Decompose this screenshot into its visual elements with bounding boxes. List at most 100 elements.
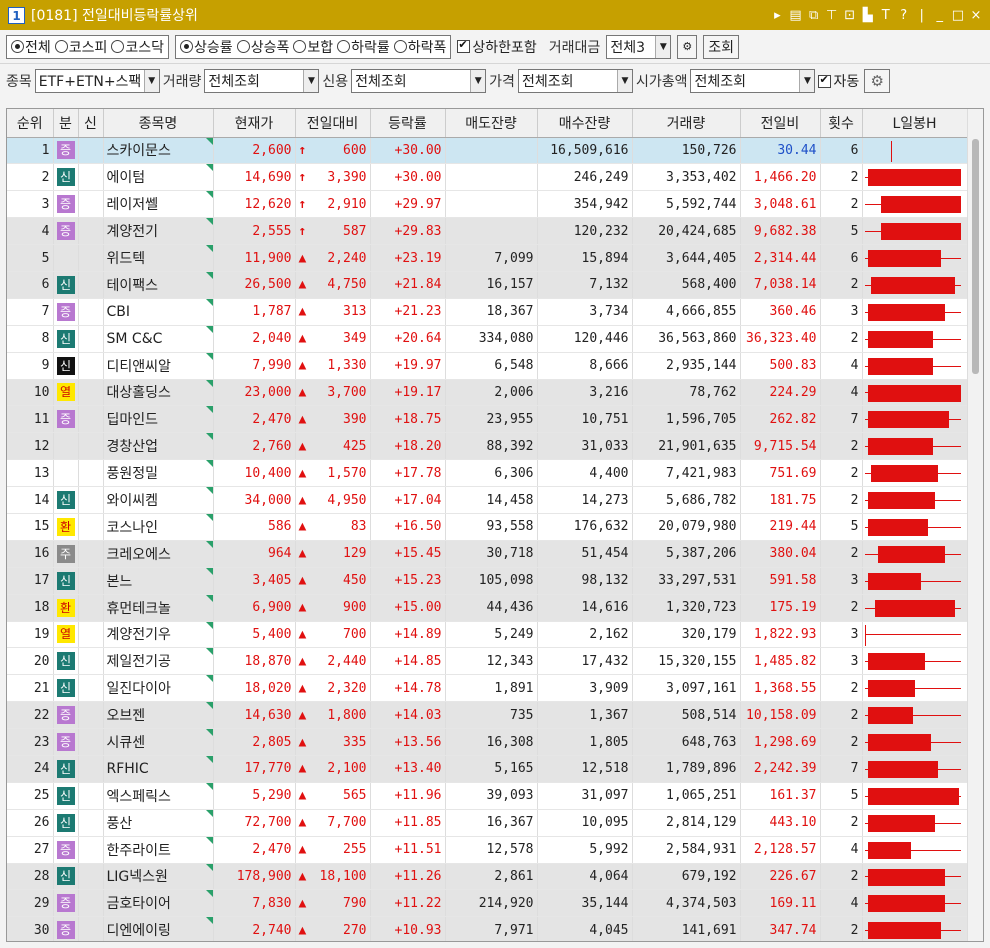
column-header[interactable]: 순위: [7, 109, 54, 138]
stock-name-cell[interactable]: 위드텍: [103, 244, 214, 272]
title-bar-icon[interactable]: T: [880, 8, 892, 23]
stock-name-cell[interactable]: 제일전기공: [103, 647, 214, 676]
table-row[interactable]: 18 환 휴먼테크놀 6,900 ▲ 900 +15.00 44,436 14,616 1,320…: [7, 594, 968, 622]
radio-dot[interactable]: [236, 40, 250, 53]
stock-name-cell[interactable]: 한주라이트: [103, 836, 214, 864]
title-bar-icon[interactable]: _: [934, 8, 946, 23]
table-row[interactable]: 27 증 한주라이트 2,470 ▲ 255 +11.51 12,578 5,992 2,584,…: [7, 836, 968, 864]
stock-name-cell[interactable]: 계양전기: [103, 217, 214, 246]
chevron-down-icon[interactable]: ▼: [143, 70, 159, 92]
column-header[interactable]: 전일대비: [295, 109, 371, 138]
table-row[interactable]: 23 증 시큐센 2,805 ▲ 335 +13.56 16,308 1,805 648,763 1…: [7, 728, 968, 756]
table-row[interactable]: 25 신 엑스페릭스 5,290 ▲ 565 +11.96 39,093 31,097 1,065…: [7, 782, 968, 810]
radio-dot[interactable]: [337, 40, 351, 53]
table-row[interactable]: 19 열 계양전기우 5,400 ▲ 700 +14.89 5,249 2,162 320,179…: [7, 621, 968, 649]
stock-name-cell[interactable]: RFHIC: [103, 755, 214, 783]
column-header[interactable]: 종목명: [103, 109, 214, 138]
radio-dot[interactable]: [111, 40, 125, 53]
price-select[interactable]: 전체조회 ▼: [517, 69, 633, 93]
title-bar-icon[interactable]: ▙: [862, 8, 874, 23]
column-header[interactable]: L일봉H: [862, 109, 968, 138]
radio-dot[interactable]: [293, 40, 307, 53]
auto-checkbox[interactable]: 자동: [818, 71, 859, 91]
chevron-down-icon[interactable]: ▼: [655, 35, 671, 58]
stock-name-cell[interactable]: 금호타이어: [103, 889, 214, 918]
credit-select[interactable]: 전체조회 ▼: [351, 69, 487, 93]
chevron-down-icon[interactable]: ▼: [303, 70, 319, 92]
table-row[interactable]: 21 신 일진다이아 18,020 ▲ 2,320 +14.78 1,891 3,909 3,09…: [7, 674, 968, 703]
stock-name-cell[interactable]: 시큐센: [103, 728, 214, 756]
stock-name-cell[interactable]: 레이저쎌: [103, 190, 214, 219]
column-header[interactable]: 매도잔량: [445, 109, 538, 138]
table-row[interactable]: 13 풍원정밀 10,400 ▲ 1,570 +17.78 6,306 4,400 7,421,…: [7, 459, 968, 488]
stock-name-cell[interactable]: 휴먼테크놀: [103, 594, 214, 622]
stock-name-cell[interactable]: 풍원정밀: [103, 459, 214, 488]
cap-select[interactable]: 전체조회 ▼: [690, 69, 816, 93]
table-row[interactable]: 30 증 디엔에이링 2,740 ▲ 270 +10.93 7,971 4,045 141,691…: [7, 916, 968, 941]
vertical-scrollbar[interactable]: [967, 109, 983, 941]
title-bar-icon[interactable]: |: [916, 8, 928, 23]
limit-include-checkbox[interactable]: 상하한포함: [457, 37, 537, 57]
stock-name-cell[interactable]: CBI: [103, 298, 214, 326]
table-row[interactable]: 6 신 테이팩스 26,500 ▲ 4,750 +21.84 16,157 7,132 568,4…: [7, 271, 968, 299]
market-radio-1[interactable]: 코스피: [54, 37, 107, 57]
title-bar-icon[interactable]: ▸: [771, 8, 783, 23]
checkbox-box[interactable]: [818, 73, 832, 88]
scrollbar-thumb[interactable]: [972, 139, 979, 374]
title-bar-icon[interactable]: ×: [970, 8, 982, 23]
radio-dot[interactable]: [11, 40, 24, 53]
volume-select[interactable]: 전체조회 ▼: [204, 69, 320, 93]
stock-name-cell[interactable]: 스카이문스: [103, 137, 214, 165]
stock-name-cell[interactable]: 에이텀: [103, 163, 214, 192]
stock-name-cell[interactable]: LIG넥스원: [103, 863, 214, 891]
table-row[interactable]: 17 신 본느 3,405 ▲ 450 +15.23 105,098 98,132 33,297,…: [7, 567, 968, 595]
market-radio-0[interactable]: 전체: [11, 37, 51, 57]
table-row[interactable]: 26 신 풍산 72,700 ▲ 7,700 +11.85 16,367 10,095 2,814…: [7, 809, 968, 837]
radio-dot[interactable]: [54, 40, 68, 53]
stock-name-cell[interactable]: 디엔에이링: [103, 916, 214, 941]
sort-radio-1[interactable]: 상승폭: [236, 37, 289, 57]
chevron-down-icon[interactable]: ▼: [799, 70, 815, 92]
column-header[interactable]: 횟수: [820, 109, 863, 138]
column-header[interactable]: 신: [78, 109, 104, 138]
sort-radio-0[interactable]: 상승률: [180, 37, 233, 57]
stock-name-cell[interactable]: 딥마인드: [103, 405, 214, 434]
stock-name-cell[interactable]: 계양전기우: [103, 621, 214, 649]
table-row[interactable]: 24 신 RFHIC 17,770 ▲ 2,100 +13.40 5,165 12,518 1,7…: [7, 755, 968, 783]
title-bar-icon[interactable]: ⧉: [808, 8, 820, 23]
sort-radio-2[interactable]: 보합: [293, 37, 333, 57]
title-bar-icon[interactable]: ⊤: [826, 8, 838, 23]
title-bar-icon[interactable]: ▤: [789, 8, 801, 23]
stock-name-cell[interactable]: 경창산업: [103, 432, 214, 461]
chevron-down-icon[interactable]: ▼: [616, 70, 632, 92]
radio-dot[interactable]: [393, 40, 407, 53]
stock-name-cell[interactable]: 크레오에스: [103, 540, 214, 568]
table-row[interactable]: 14 신 와이씨켐 34,000 ▲ 4,950 +17.04 14,458 14,273 5,6…: [7, 486, 968, 514]
table-row[interactable]: 15 환 코스나인 586 ▲ 83 +16.50 93,558 176,632 20,079,9…: [7, 513, 968, 541]
amount-select[interactable]: 전체3 ▼: [606, 34, 672, 59]
column-header[interactable]: 매수잔량: [537, 109, 633, 138]
stock-name-cell[interactable]: 와이씨켐: [103, 486, 214, 514]
stock-name-cell[interactable]: 일진다이아: [103, 674, 214, 703]
table-row[interactable]: 2 신 에이텀 14,690 ↑ 3,390 +30.00 246,249 3,353,402 1…: [7, 163, 968, 192]
settings-tool-button[interactable]: ⚙: [677, 34, 698, 59]
radio-dot[interactable]: [180, 40, 194, 53]
chevron-down-icon[interactable]: ▼: [470, 70, 486, 92]
table-row[interactable]: 4 증 계양전기 2,555 ↑ 587 +29.83 120,232 20,424,685 9,…: [7, 217, 968, 246]
table-row[interactable]: 10 열 대상홀딩스 23,000 ▲ 3,700 +19.17 2,006 3,216 78,7…: [7, 379, 968, 407]
column-header[interactable]: 분: [53, 109, 79, 138]
table-row[interactable]: 28 신 LIG넥스원 178,900 ▲ 18,100 +11.26 2,861 4,064 6…: [7, 863, 968, 891]
column-header[interactable]: 전일비: [740, 109, 821, 138]
table-row[interactable]: 29 증 금호타이어 7,830 ▲ 790 +11.22 214,920 35,144 4,37…: [7, 889, 968, 918]
market-radio-2[interactable]: 코스닥: [111, 37, 164, 57]
stock-name-cell[interactable]: 대상홀딩스: [103, 379, 214, 407]
table-row[interactable]: 1 증 스카이문스 2,600 ↑ 600 +30.00 16,509,616 150,726 3…: [7, 137, 968, 165]
table-row[interactable]: 16 주 크레오에스 964 ▲ 129 +15.45 30,718 51,454 5,387,2…: [7, 540, 968, 568]
title-bar-icon[interactable]: ?: [898, 8, 910, 23]
settings-button[interactable]: ⚙: [864, 69, 891, 93]
stock-name-cell[interactable]: 엑스페릭스: [103, 782, 214, 810]
query-button[interactable]: 조회: [703, 34, 739, 59]
table-row[interactable]: 7 증 CBI 1,787 ▲ 313 +21.23 18,367 3,734 4,666,855…: [7, 298, 968, 326]
table-row[interactable]: 12 경창산업 2,760 ▲ 425 +18.20 88,392 31,033 21,901,…: [7, 432, 968, 461]
stock-name-cell[interactable]: 본느: [103, 567, 214, 595]
